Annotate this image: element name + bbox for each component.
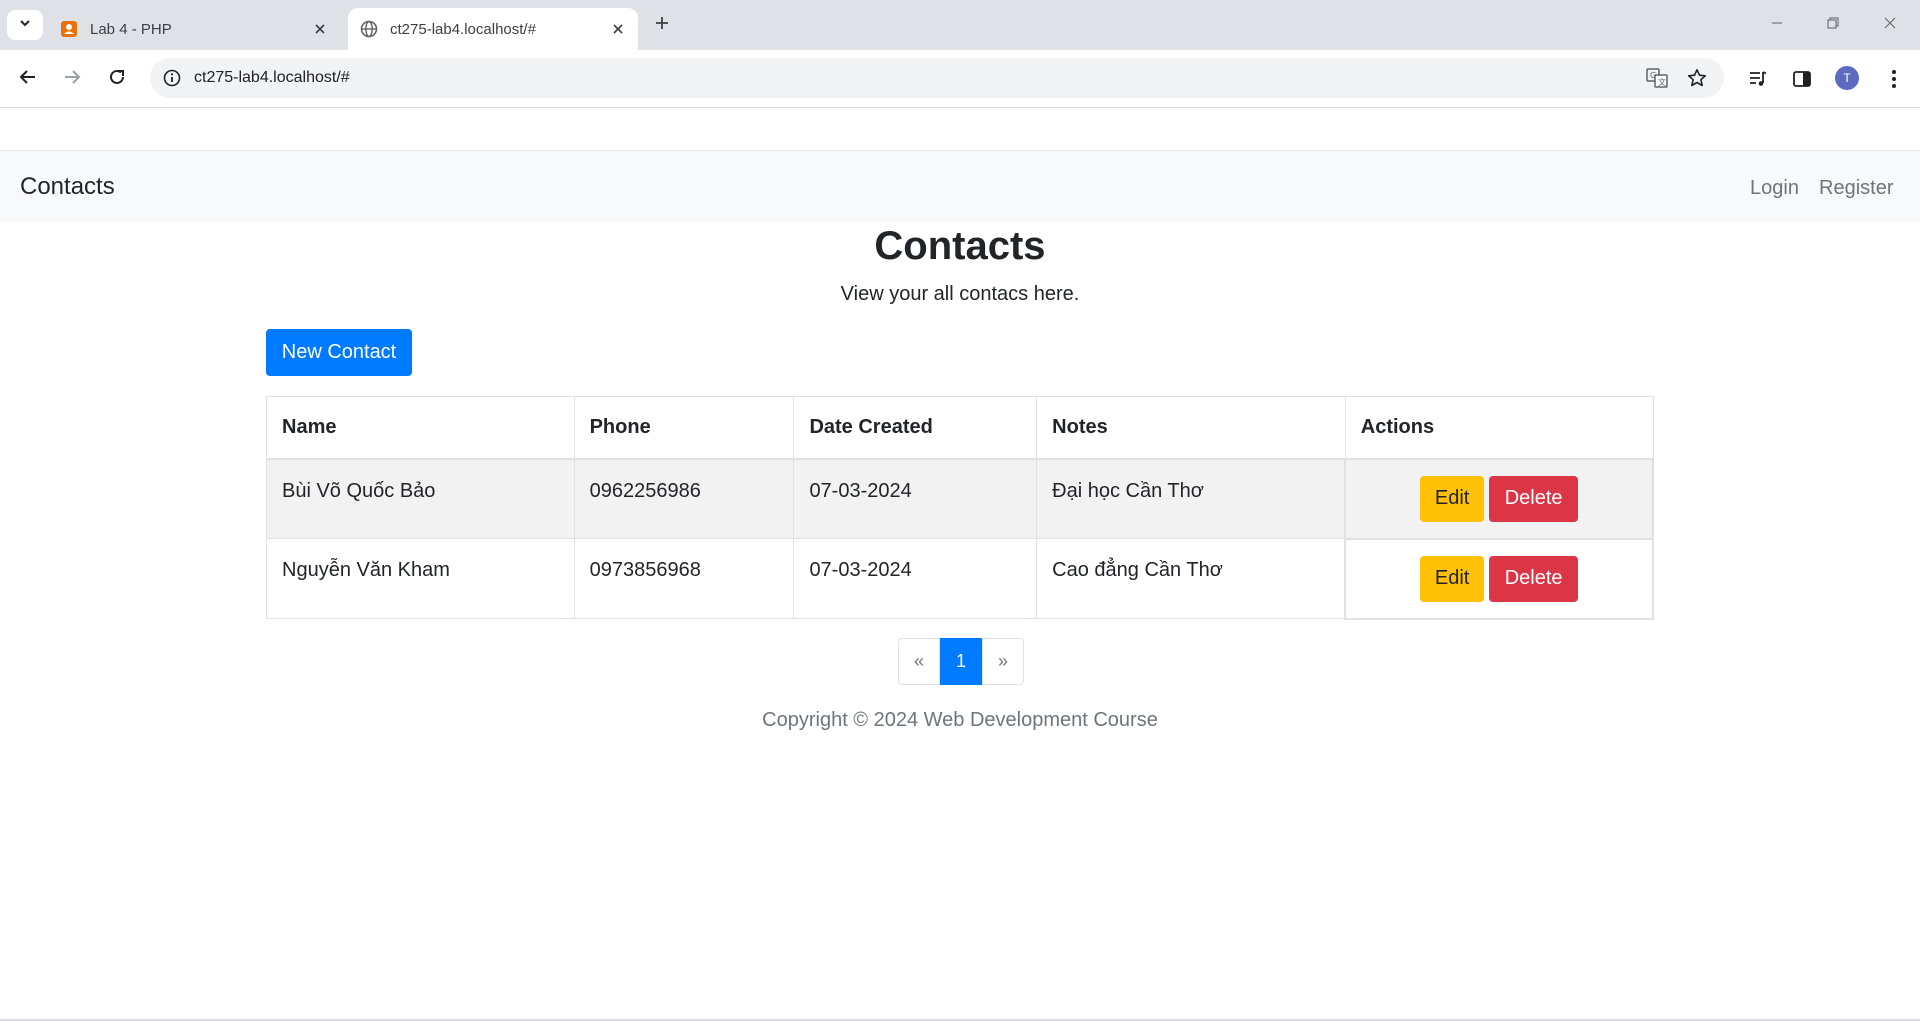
cell-date: 07-03-2024 <box>793 538 1038 619</box>
cell-actions: Edit Delete <box>1344 457 1654 540</box>
browser-toolbar: ct275-lab4.localhost/# G文 <box>0 50 1920 108</box>
globe-icon <box>360 20 378 38</box>
info-icon[interactable] <box>162 68 182 88</box>
media-controls-icon[interactable] <box>1744 65 1772 93</box>
forward-button[interactable] <box>57 64 87 94</box>
pagination: « 1 » <box>898 638 1024 685</box>
reload-icon <box>108 68 126 91</box>
close-icon[interactable] <box>606 17 630 41</box>
browser-tab-strip: Lab 4 - PHP ct275-lab4.localhost/# <box>0 0 1920 50</box>
pagination-next[interactable]: » <box>982 638 1024 685</box>
back-button[interactable] <box>13 64 43 94</box>
arrow-left-icon <box>19 68 37 91</box>
action-buttons: Edit Delete <box>1346 555 1652 602</box>
edit-button[interactable]: Edit <box>1420 555 1485 602</box>
cell-date: 07-03-2024 <box>793 458 1038 539</box>
cell-notes: Cao đẳng Cần Thơ <box>1036 538 1346 619</box>
column-header-notes: Notes <box>1036 396 1346 460</box>
tab-title: ct275-lab4.localhost/# <box>390 20 536 38</box>
edit-button[interactable]: Edit <box>1420 475 1485 522</box>
pagination-page-1[interactable]: 1 <box>940 638 982 685</box>
cell-name: Bùi Võ Quốc Bảo <box>266 458 575 539</box>
close-icon <box>1883 16 1897 35</box>
new-tab-button[interactable] <box>650 13 674 37</box>
register-link[interactable]: Register <box>1819 177 1893 200</box>
profile-avatar[interactable]: T <box>1835 66 1859 90</box>
delete-button[interactable]: Delete <box>1489 475 1579 522</box>
cell-actions: Edit Delete <box>1344 537 1654 620</box>
table-row: Nguyễn Văn Kham 0973856968 07-03-2024 Ca… <box>266 537 1654 620</box>
star-icon[interactable] <box>1684 65 1710 91</box>
more-menu-icon[interactable] <box>1880 65 1908 93</box>
side-panel-icon[interactable] <box>1788 65 1816 93</box>
table-row: Bùi Võ Quốc Bảo 0962256986 07-03-2024 Đạ… <box>266 457 1654 540</box>
restore-button[interactable] <box>1820 12 1846 38</box>
cell-phone: 0973856968 <box>573 538 795 619</box>
plus-icon <box>654 15 670 36</box>
cell-name: Nguyễn Văn Kham <box>266 538 575 619</box>
table-header-row: Name Phone Date Created Notes Actions <box>266 396 1654 460</box>
translate-icon[interactable]: G文 <box>1644 65 1670 91</box>
page-subtitle: View your all contacs here. <box>840 283 1080 305</box>
tab-search-button[interactable] <box>7 10 43 40</box>
address-bar[interactable]: ct275-lab4.localhost/# G文 <box>150 58 1724 98</box>
cell-notes: Đại học Cần Thơ <box>1036 458 1346 539</box>
pagination-prev[interactable]: « <box>898 638 940 685</box>
action-buttons: Edit Delete <box>1346 475 1652 522</box>
svg-text:文: 文 <box>1658 77 1666 87</box>
navbar-brand[interactable]: Contacts <box>20 173 115 201</box>
tab-title: Lab 4 - PHP <box>90 20 172 38</box>
site-navbar: Contacts Login Register <box>0 150 1920 222</box>
footer-copyright: Copyright © 2024 Web Development Course <box>762 709 1158 731</box>
new-contact-button[interactable]: New Contact <box>266 329 412 376</box>
contacts-favicon-icon <box>60 20 78 38</box>
tab-localhost[interactable]: ct275-lab4.localhost/# <box>348 8 638 50</box>
reload-button[interactable] <box>102 64 132 94</box>
svg-text:G: G <box>1650 71 1656 80</box>
contacts-table: Name Phone Date Created Notes Actions Bù… <box>266 396 1654 620</box>
chevron-down-icon <box>18 16 32 35</box>
column-header-name: Name <box>266 396 575 460</box>
cell-phone: 0962256986 <box>573 458 795 539</box>
minimize-button[interactable] <box>1764 12 1790 38</box>
page-title: Contacts <box>874 224 1046 268</box>
window-close-button[interactable] <box>1877 12 1903 38</box>
column-header-actions: Actions <box>1344 396 1654 460</box>
delete-button[interactable]: Delete <box>1489 555 1579 602</box>
close-icon[interactable] <box>308 17 332 41</box>
arrow-right-icon <box>63 68 81 91</box>
login-link[interactable]: Login <box>1750 177 1799 200</box>
column-header-phone: Phone <box>573 396 795 460</box>
column-header-date: Date Created <box>793 396 1038 460</box>
restore-icon <box>1826 16 1840 35</box>
minimize-icon <box>1770 16 1784 35</box>
url-text[interactable]: ct275-lab4.localhost/# <box>194 69 1644 87</box>
tab-lab4-php[interactable]: Lab 4 - PHP <box>50 8 340 50</box>
